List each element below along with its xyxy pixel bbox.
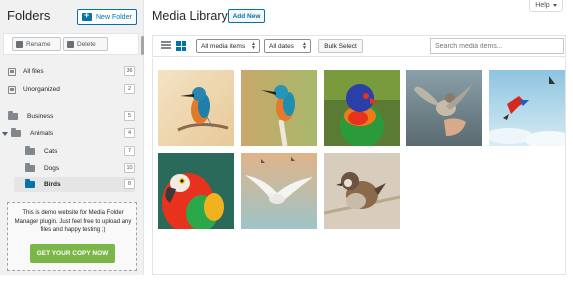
delete-button[interactable]: Delete (63, 37, 108, 51)
sidebar-scrollbar[interactable] (141, 36, 144, 55)
folder-item-birds[interactable]: Birds 8 (14, 177, 135, 192)
trash-icon (67, 40, 74, 48)
search-input[interactable] (430, 38, 564, 54)
add-new-button[interactable]: Add New (228, 9, 265, 23)
folder-toolbar: Rename Delete (3, 33, 139, 55)
folder-count: 7 (124, 146, 135, 156)
folder-icon (25, 163, 35, 172)
select-arrows-icon: ▲ ▼ (251, 41, 256, 51)
media-thumbnail[interactable] (406, 70, 482, 146)
folder-icon (11, 128, 21, 137)
folder-item-unorganized[interactable]: Unorganized 2 (8, 82, 135, 97)
media-grid (152, 58, 566, 275)
folder-label: Dogs (44, 165, 60, 172)
help-label: Help (535, 2, 550, 9)
new-folder-icon (82, 10, 92, 21)
media-thumbnail[interactable] (241, 153, 317, 229)
folders-title: Folders (7, 8, 51, 23)
file-icon (8, 67, 16, 76)
media-toolbar: All media items ▲ ▼ All dates ▲ ▼ Bulk Sel… (152, 35, 566, 57)
new-folder-label: New Folder (96, 13, 132, 21)
folder-count: 5 (124, 111, 135, 121)
folder-icon (8, 111, 18, 120)
folder-label: Unorganized (23, 86, 60, 93)
folder-icon (25, 179, 35, 188)
rename-icon (16, 40, 23, 48)
date-value: All dates (269, 42, 294, 50)
list-view-icon[interactable] (161, 41, 171, 51)
folder-icon (25, 146, 35, 155)
folder-count: 10 (124, 163, 135, 173)
media-thumbnail[interactable] (158, 153, 234, 229)
folder-item-all-files[interactable]: All files 36 (8, 64, 135, 79)
demo-text: This is demo website for Media Folder Ma… (14, 210, 132, 233)
file-icon (8, 85, 16, 94)
rename-label: Rename (26, 40, 51, 48)
select-arrows-icon: ▲ ▼ (302, 41, 307, 51)
chevron-down-icon (552, 4, 557, 7)
delete-label: Delete (77, 40, 96, 48)
folder-item-animals[interactable]: Animals 4 (2, 126, 135, 141)
help-button[interactable]: Help (529, 0, 563, 12)
folder-count: 2 (124, 84, 135, 94)
media-thumbnail[interactable] (241, 70, 317, 146)
media-type-value: All media items (201, 42, 246, 50)
folder-count: 36 (124, 66, 135, 76)
grid-view-icon[interactable] (176, 41, 186, 51)
folder-count: 8 (124, 179, 135, 189)
rename-button[interactable]: Rename (12, 37, 61, 51)
folder-label: Birds (44, 181, 61, 188)
folder-count: 4 (124, 128, 135, 138)
media-thumbnail[interactable] (489, 70, 565, 146)
chevron-down-icon[interactable] (2, 131, 8, 136)
folder-sidebar: Folders New Folder Rename Delete All fil… (0, 0, 144, 275)
folder-label: Business (27, 113, 54, 120)
page-title: Media Library (152, 9, 228, 23)
folder-label: All files (23, 68, 44, 75)
folder-label: Cats (44, 148, 58, 155)
folder-item-business[interactable]: Business 5 (8, 109, 135, 124)
media-thumbnail[interactable] (324, 153, 400, 229)
get-copy-button[interactable]: GET YOUR COPY NOW (30, 244, 115, 263)
media-thumbnail[interactable] (158, 70, 234, 146)
date-filter[interactable]: All dates ▲ ▼ (264, 39, 311, 53)
folder-item-cats[interactable]: Cats 7 (25, 144, 135, 159)
folder-label: Animals (30, 130, 54, 137)
media-thumbnail[interactable] (324, 70, 400, 146)
media-type-filter[interactable]: All media items ▲ ▼ (196, 39, 260, 53)
new-folder-button[interactable]: New Folder (77, 9, 137, 25)
bulk-select-button[interactable]: Bulk Select (318, 39, 363, 53)
demo-notice: This is demo website for Media Folder Ma… (7, 202, 137, 271)
folder-item-dogs[interactable]: Dogs 10 (25, 161, 135, 176)
